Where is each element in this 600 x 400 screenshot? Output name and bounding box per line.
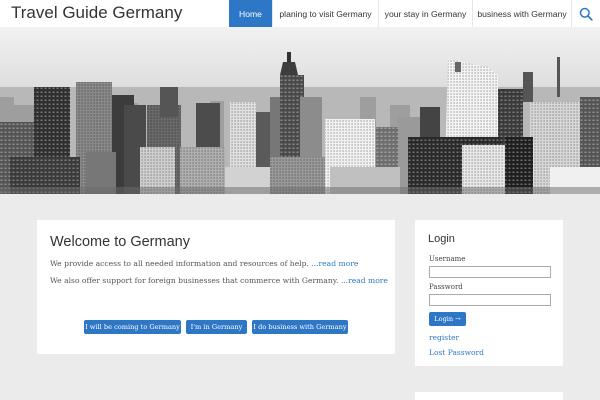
welcome-text-2: We also offer support for foreign busine… [50, 276, 341, 285]
hero-image [0, 27, 600, 194]
skyline-image [0, 27, 600, 194]
welcome-buttons: I will be coming to Germany I'm in Germa… [84, 320, 348, 334]
welcome-paragraph-1: We provide access to all needed informat… [50, 259, 358, 268]
welcome-title: Welcome to Germany [50, 234, 190, 250]
welcome-text-1: We provide access to all needed informat… [50, 259, 312, 268]
username-label: Username [429, 255, 466, 263]
coming-to-germany-button[interactable]: I will be coming to Germany [84, 320, 181, 334]
welcome-paragraph-2: We also offer support for foreign busine… [50, 276, 388, 285]
login-widget: Login Username Password Login → register… [415, 220, 563, 366]
search-button[interactable] [571, 0, 600, 27]
read-more-link-2[interactable]: ...read more [341, 276, 388, 285]
sidebar-widget-2 [415, 392, 563, 400]
password-field[interactable] [429, 294, 551, 306]
welcome-card: Welcome to Germany We provide access to … [37, 220, 395, 354]
main-nav: Home planing to visit Germany your stay … [229, 0, 600, 27]
username-field[interactable] [429, 266, 551, 278]
nav-item-home[interactable]: Home [229, 0, 272, 27]
password-label: Password [429, 283, 463, 291]
lost-password-link[interactable]: Lost Password [429, 348, 484, 357]
login-title: Login [428, 233, 455, 245]
nav-item-stay[interactable]: your stay in Germany [378, 0, 472, 27]
site-title[interactable]: Travel Guide Germany [11, 3, 182, 23]
nav-item-visit[interactable]: planing to visit Germany [272, 0, 378, 27]
register-link[interactable]: register [429, 333, 459, 342]
read-more-link-1[interactable]: ...read more [311, 259, 358, 268]
login-button[interactable]: Login → [429, 312, 466, 326]
site-header: Travel Guide Germany Home planing to vis… [0, 0, 600, 27]
nav-item-business[interactable]: business with Germany [472, 0, 571, 27]
in-germany-button[interactable]: I'm in Germany [186, 320, 247, 334]
search-icon [579, 7, 593, 21]
business-with-germany-button[interactable]: I do business with Germany [252, 320, 348, 334]
